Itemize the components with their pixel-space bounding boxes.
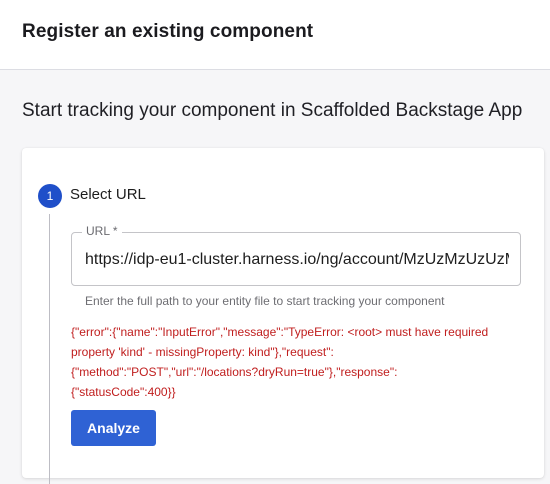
step-number-badge: 1 [38, 184, 62, 208]
error-message: {"error":{"name":"InputError","message":… [71, 325, 489, 399]
step-connector-line [49, 214, 50, 484]
url-helper-text: Enter the full path to your entity file … [85, 294, 445, 308]
page-header: Register an existing component [0, 0, 550, 70]
register-card: 1 Select URL URL * Enter the full path t… [22, 148, 544, 484]
page-subtitle: Start tracking your component in Scaffol… [22, 100, 523, 121]
analyze-button[interactable]: Analyze [71, 410, 156, 446]
url-field[interactable]: URL * [71, 224, 521, 286]
step-label: Select URL [70, 186, 146, 203]
page-title: Register an existing component [22, 21, 314, 42]
url-input[interactable] [85, 248, 509, 272]
url-field-label: URL * [82, 224, 122, 238]
